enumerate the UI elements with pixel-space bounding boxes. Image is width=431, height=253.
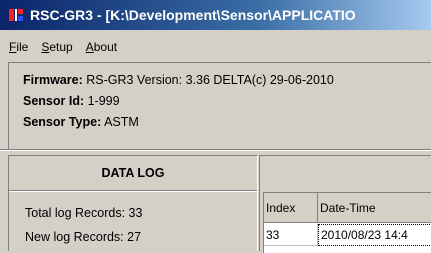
column-header-date-time[interactable]: Date-Time — [318, 193, 431, 223]
firmware-label: Firmware: — [23, 73, 83, 87]
sensor-id-line: Sensor Id: 1-999 — [23, 94, 120, 108]
total-log-records: Total log Records: 33 — [25, 206, 143, 220]
data-log-panel: DATA LOG Total log Records: 33 New log R… — [8, 155, 258, 251]
sensor-type-label: Sensor Type: — [23, 115, 102, 129]
sensor-id-label: Sensor Id: — [23, 94, 85, 108]
sensor-type-value: ASTM — [104, 115, 139, 129]
menu-bar: File Setup About — [0, 36, 431, 58]
menu-file[interactable]: File — [4, 40, 33, 54]
title-bar[interactable]: RSC-GR3 - [K:\Development\Sensor\APPLICA… — [0, 0, 431, 30]
sensor-info-panel: Firmware: RS-GR3 Version: 3.36 DELTA(c) … — [8, 62, 431, 151]
window-title: RSC-GR3 - [K:\Development\Sensor\APPLICA… — [30, 7, 356, 23]
app-icon — [9, 9, 23, 21]
data-log-title: DATA LOG — [9, 156, 257, 191]
firmware-line: Firmware: RS-GR3 Version: 3.36 DELTA(c) … — [23, 73, 334, 87]
column-header-index[interactable]: Index — [264, 193, 318, 223]
menu-about[interactable]: About — [81, 40, 122, 54]
firmware-value: RS-GR3 Version: 3.36 DELTA(c) 29-06-2010 — [86, 73, 334, 87]
sensor-id-value: 1-999 — [87, 94, 120, 108]
new-log-records: New log Records: 27 — [25, 230, 142, 244]
menu-setup[interactable]: Setup — [36, 40, 77, 54]
separator-highlight — [0, 150, 431, 151]
table-cell-index[interactable]: 33 — [264, 224, 318, 246]
sensor-type-line: Sensor Type: ASTM — [23, 115, 139, 129]
table-cell-date-time[interactable]: 2010/08/23 14:4 — [318, 224, 431, 246]
